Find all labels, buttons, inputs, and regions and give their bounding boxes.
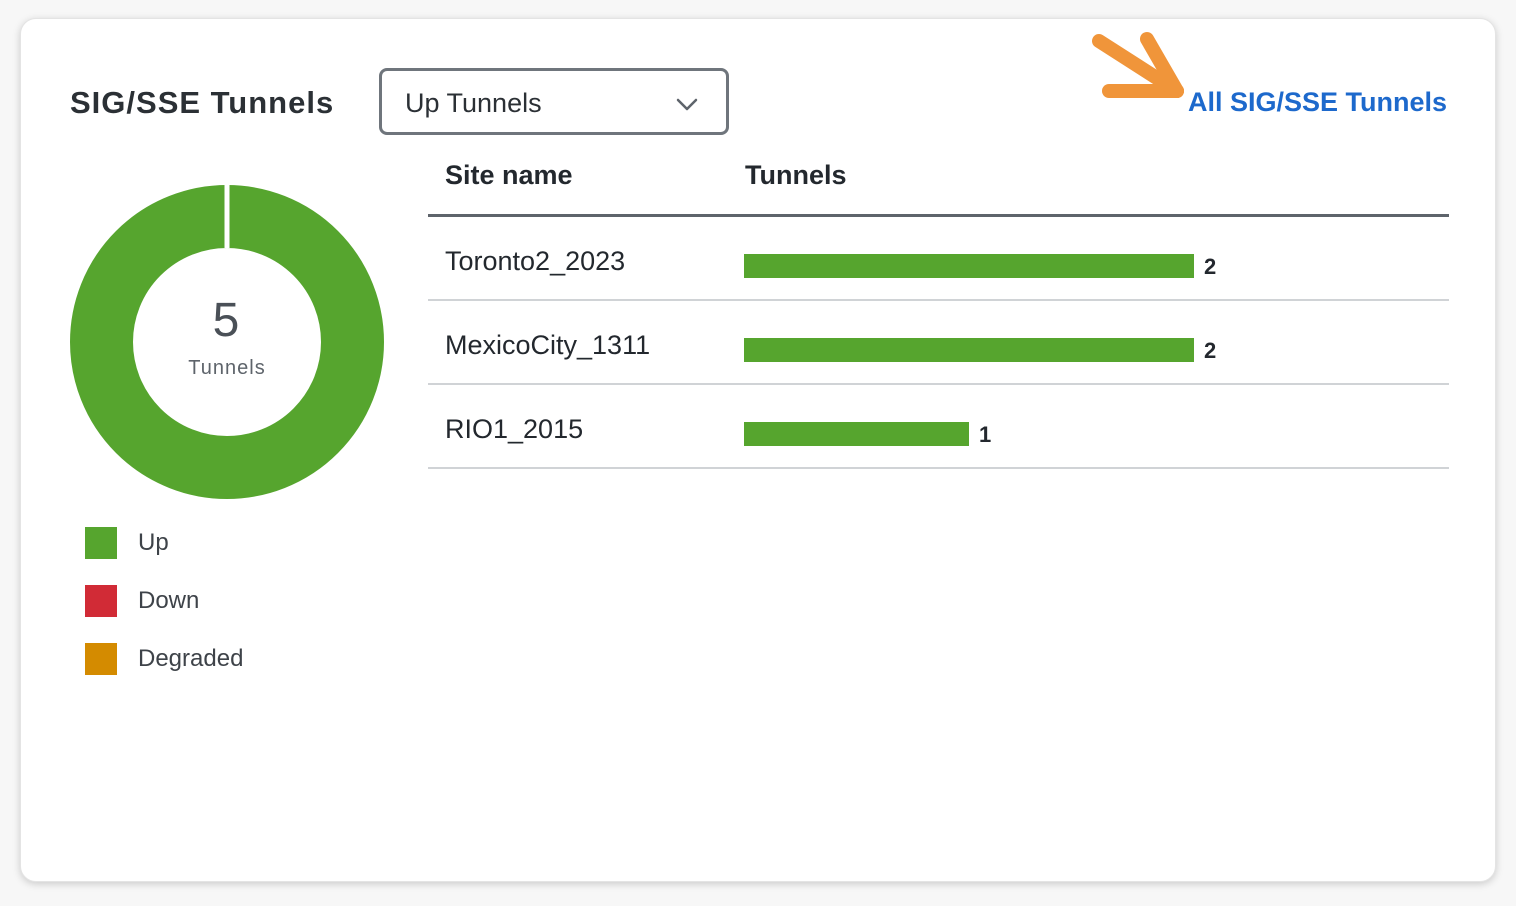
column-header-tunnels[interactable]: Tunnels xyxy=(745,160,847,191)
tunnel-count-bar xyxy=(744,422,969,446)
legend-label-down: Down xyxy=(138,587,200,614)
legend-swatch-up xyxy=(85,527,117,559)
site-name-cell: MexicoCity_1311 xyxy=(445,330,651,360)
dropdown-selected-value: Up Tunnels xyxy=(405,88,542,118)
legend-swatch-degraded xyxy=(85,643,117,675)
tunnel-count-value: 2 xyxy=(1204,338,1217,363)
sig-sse-tunnels-card: SIG/SSE Tunnels Up Tunnels All SIG/SSE T… xyxy=(20,18,1496,882)
tunnel-count-bar xyxy=(744,338,1194,362)
all-tunnels-link[interactable]: All SIG/SSE Tunnels xyxy=(1188,87,1447,118)
table-header: Site name Tunnels xyxy=(428,149,1449,217)
tunnel-filter-dropdown[interactable]: Up Tunnels xyxy=(379,68,729,135)
site-name-cell: Toronto2_2023 xyxy=(445,246,626,276)
table-row[interactable]: RIO1_2015 1 xyxy=(428,385,1449,469)
legend-swatch-down xyxy=(85,585,117,617)
chevron-down-icon xyxy=(676,98,698,111)
legend-label-degraded: Degraded xyxy=(138,645,244,672)
annotation-arrow-icon xyxy=(1092,32,1184,98)
tunnel-count-value: 2 xyxy=(1204,254,1217,279)
donut-center-label: Tunnels xyxy=(188,357,265,379)
site-name-cell: RIO1_2015 xyxy=(445,414,584,444)
table-row[interactable]: Toronto2_2023 2 xyxy=(428,217,1449,301)
tunnels-donut-chart[interactable]: 5 Tunnels xyxy=(67,182,387,502)
table-row[interactable]: MexicoCity_1311 2 xyxy=(428,301,1449,385)
tunnels-table: Site name Tunnels Toronto2_2023 2 Mexico… xyxy=(428,149,1449,469)
widget-title: SIG/SSE Tunnels xyxy=(70,85,335,120)
column-header-site-name[interactable]: Site name xyxy=(445,160,573,191)
donut-total: 5 xyxy=(213,294,240,347)
tunnel-count-bar xyxy=(744,254,1194,278)
tunnel-count-value: 1 xyxy=(979,422,992,447)
legend-label-up: Up xyxy=(138,529,169,556)
